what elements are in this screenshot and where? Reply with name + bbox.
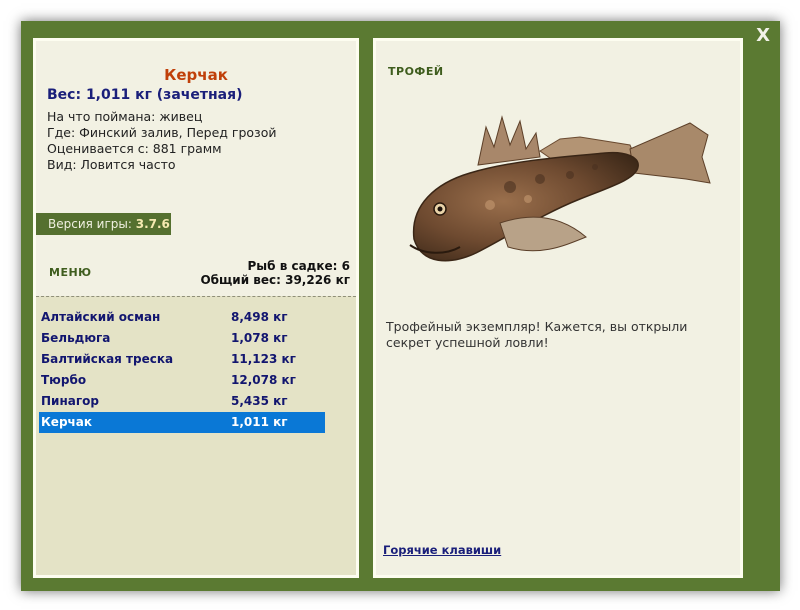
fish-count: Рыб в садке: 6 <box>247 259 351 273</box>
version-value: 3.7.6 <box>135 217 170 231</box>
bait-info: На что поймана: живец <box>47 109 203 124</box>
fish-list-item-weight: 5,435 кг <box>231 394 288 408</box>
fish-list-item-weight: 11,123 кг <box>231 352 296 366</box>
location-info: Где: Финский залив, Перед грозой <box>47 125 277 140</box>
menu-button[interactable]: МЕНЮ <box>49 266 92 279</box>
catch-info: На что поймана: живец Где: Финский залив… <box>47 109 276 173</box>
fish-list-item[interactable]: Пинагор 5,435 кг <box>39 391 325 412</box>
valuation-info: Оценивается с: 881 грамм <box>47 141 222 156</box>
keepnet-stats: Рыб в садке: 6 Общий вес: 39,226 кг <box>200 259 350 287</box>
divider <box>36 296 356 297</box>
fish-title: Керчак <box>164 66 228 84</box>
game-window: X Керчак Вес: 1,011 кг (зачетная) На что… <box>21 21 780 591</box>
trophy-panel: ТРОФЕЙ Трофейный экземпляр! Кажется, вы … <box>373 38 743 578</box>
fish-weight: Вес: 1,011 кг (зачетная) <box>47 87 243 103</box>
fish-list-item-name: Бельдюга <box>41 331 111 345</box>
fish-list-item-name: Балтийская треска <box>41 352 174 366</box>
frequency-info: Вид: Ловится часто <box>47 157 176 172</box>
fish-list: Алтайский осман 8,498 кг Бельдюга 1,078 кг Б… <box>39 307 325 433</box>
hotkeys-link[interactable]: Горячие клавиши <box>383 543 501 557</box>
close-icon[interactable]: X <box>756 27 770 45</box>
catch-panel: Керчак Вес: 1,011 кг (зачетная) На что п… <box>33 38 359 578</box>
fish-list-item-name: Керчак <box>41 415 93 429</box>
fish-list-item[interactable]: Керчак 1,011 кг <box>39 412 325 433</box>
total-weight: Общий вес: 39,226 кг <box>200 273 350 287</box>
fish-list-item-name: Тюрбо <box>41 373 87 387</box>
fish-list-item[interactable]: Алтайский осман 8,498 кг <box>39 307 325 328</box>
fish-image <box>409 115 711 262</box>
fish-list-item-weight: 1,011 кг <box>231 415 288 429</box>
fish-list-item-name: Пинагор <box>41 394 99 408</box>
fish-list-item[interactable]: Балтийская треска 11,123 кг <box>39 349 325 370</box>
fish-list-item-name: Алтайский осман <box>41 310 161 324</box>
trophy-description: Трофейный экземпляр! Кажется, вы открыли… <box>386 319 688 350</box>
fish-list-item[interactable]: Тюрбо 12,078 кг <box>39 370 325 391</box>
fish-list-item-weight: 8,498 кг <box>231 310 288 324</box>
catch-details: Керчак Вес: 1,011 кг (зачетная) На что п… <box>36 41 356 296</box>
fish-list-item-weight: 12,078 кг <box>231 373 296 387</box>
trophy-label: ТРОФЕЙ <box>388 65 444 78</box>
version-label: Версия игры: <box>48 217 132 231</box>
game-version: Версия игры: 3.7.6 <box>36 213 171 235</box>
fish-list-item[interactable]: Бельдюга 1,078 кг <box>39 328 325 349</box>
fish-list-item-weight: 1,078 кг <box>231 331 288 345</box>
